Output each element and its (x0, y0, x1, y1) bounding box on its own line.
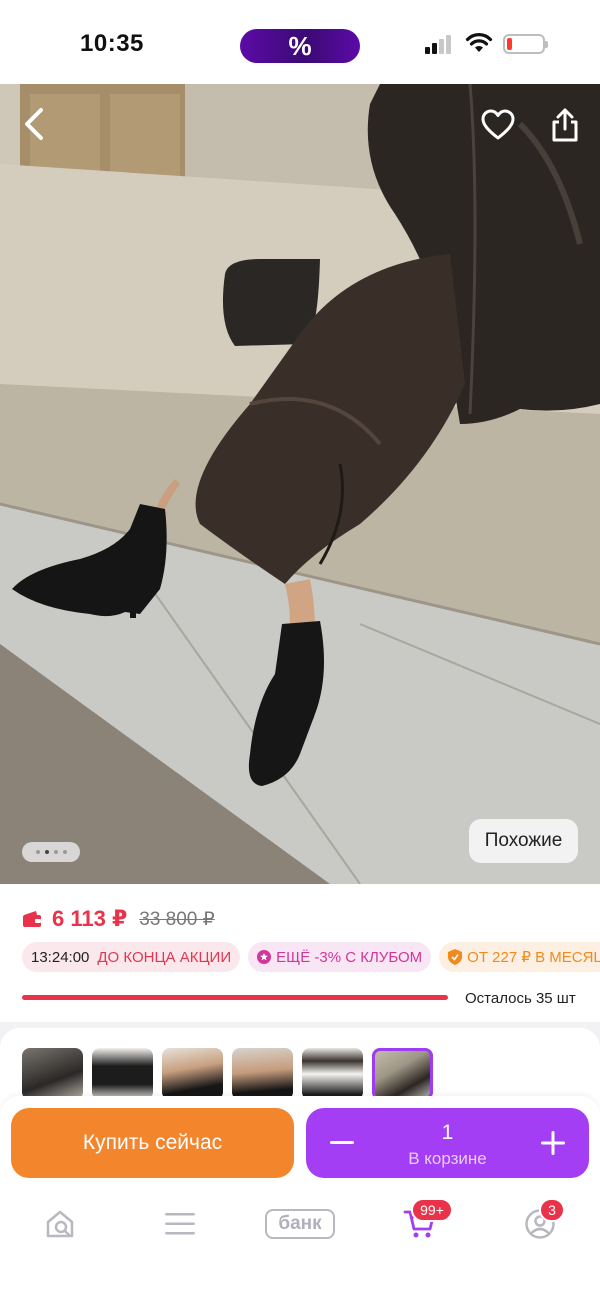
increase-quantity-button[interactable] (535, 1125, 571, 1161)
gallery-dot-active (44, 850, 49, 854)
current-price: 6 113 ₽ (52, 906, 128, 931)
nav-catalog[interactable] (150, 1202, 210, 1246)
promo-chips: 13:24:00 ДО КОНЦА АКЦИИ ЕЩЁ -3% С КЛУБОМ… (22, 942, 600, 972)
variant-thumb[interactable] (22, 1048, 83, 1100)
variant-thumbnails (22, 1048, 433, 1100)
variant-thumb[interactable] (302, 1048, 363, 1100)
product-image[interactable] (0, 84, 600, 884)
stock-remaining: Осталось 35 шт (465, 990, 576, 1007)
battery-icon (503, 34, 548, 54)
heart-icon (481, 109, 515, 140)
timer-label: ДО КОНЦА АКЦИИ (97, 948, 232, 966)
variant-thumb-selected[interactable] (372, 1048, 433, 1100)
gallery-dot (62, 850, 67, 854)
profile-badge: 3 (539, 1198, 565, 1222)
promo-pill[interactable]: % (240, 29, 360, 63)
bottom-navigation: банк 99+ 3 (0, 1194, 600, 1254)
variant-thumb[interactable] (92, 1048, 153, 1100)
share-icon (552, 108, 578, 142)
club-label: ЕЩЁ -3% С КЛУБОМ (276, 948, 423, 966)
wallet-icon (23, 911, 41, 927)
menu-icon (165, 1213, 195, 1235)
promo-timer-chip[interactable]: 13:24:00 ДО КОНЦА АКЦИИ (22, 942, 241, 972)
installment-shield-icon (448, 949, 463, 965)
price-row: 6 113 ₽ 33 800 ₽ (22, 906, 215, 932)
favorite-button[interactable] (476, 103, 520, 147)
plus-icon (541, 1131, 565, 1155)
gallery-dot (35, 850, 40, 854)
cart-quantity-stepper: 1 В корзине (306, 1108, 589, 1178)
back-arrow-icon (25, 108, 43, 140)
back-button[interactable] (12, 102, 56, 146)
gallery-dot (53, 850, 58, 854)
similar-button[interactable]: Похожие (469, 819, 578, 863)
wifi-icon (465, 33, 493, 52)
buy-now-button[interactable]: Купить сейчас (11, 1108, 294, 1178)
status-bar: 10:35 % (0, 0, 600, 84)
variant-thumb[interactable] (232, 1048, 293, 1100)
old-price: 33 800 ₽ (139, 908, 215, 930)
nav-bank[interactable]: банк (264, 1202, 336, 1246)
variant-thumb[interactable] (162, 1048, 223, 1100)
status-time: 10:35 (80, 30, 144, 57)
share-button[interactable] (543, 103, 587, 147)
stock-progress-bar (22, 995, 448, 1000)
gallery-dots (22, 842, 80, 862)
product-photo (0, 84, 600, 884)
signal-icon (425, 34, 457, 54)
home-search-icon (46, 1210, 74, 1238)
installment-chip[interactable]: ОТ 227 ₽ В МЕСЯЦ (439, 942, 600, 972)
club-discount-chip[interactable]: ЕЩЁ -3% С КЛУБОМ (248, 942, 432, 972)
nav-home[interactable] (30, 1202, 90, 1246)
cart-badge: 99+ (411, 1198, 453, 1222)
star-badge-icon (257, 950, 272, 964)
timer-value: 13:24:00 (31, 948, 90, 966)
bank-label: банк (265, 1209, 335, 1239)
installment-label: ОТ 227 ₽ В МЕСЯЦ (467, 949, 600, 966)
